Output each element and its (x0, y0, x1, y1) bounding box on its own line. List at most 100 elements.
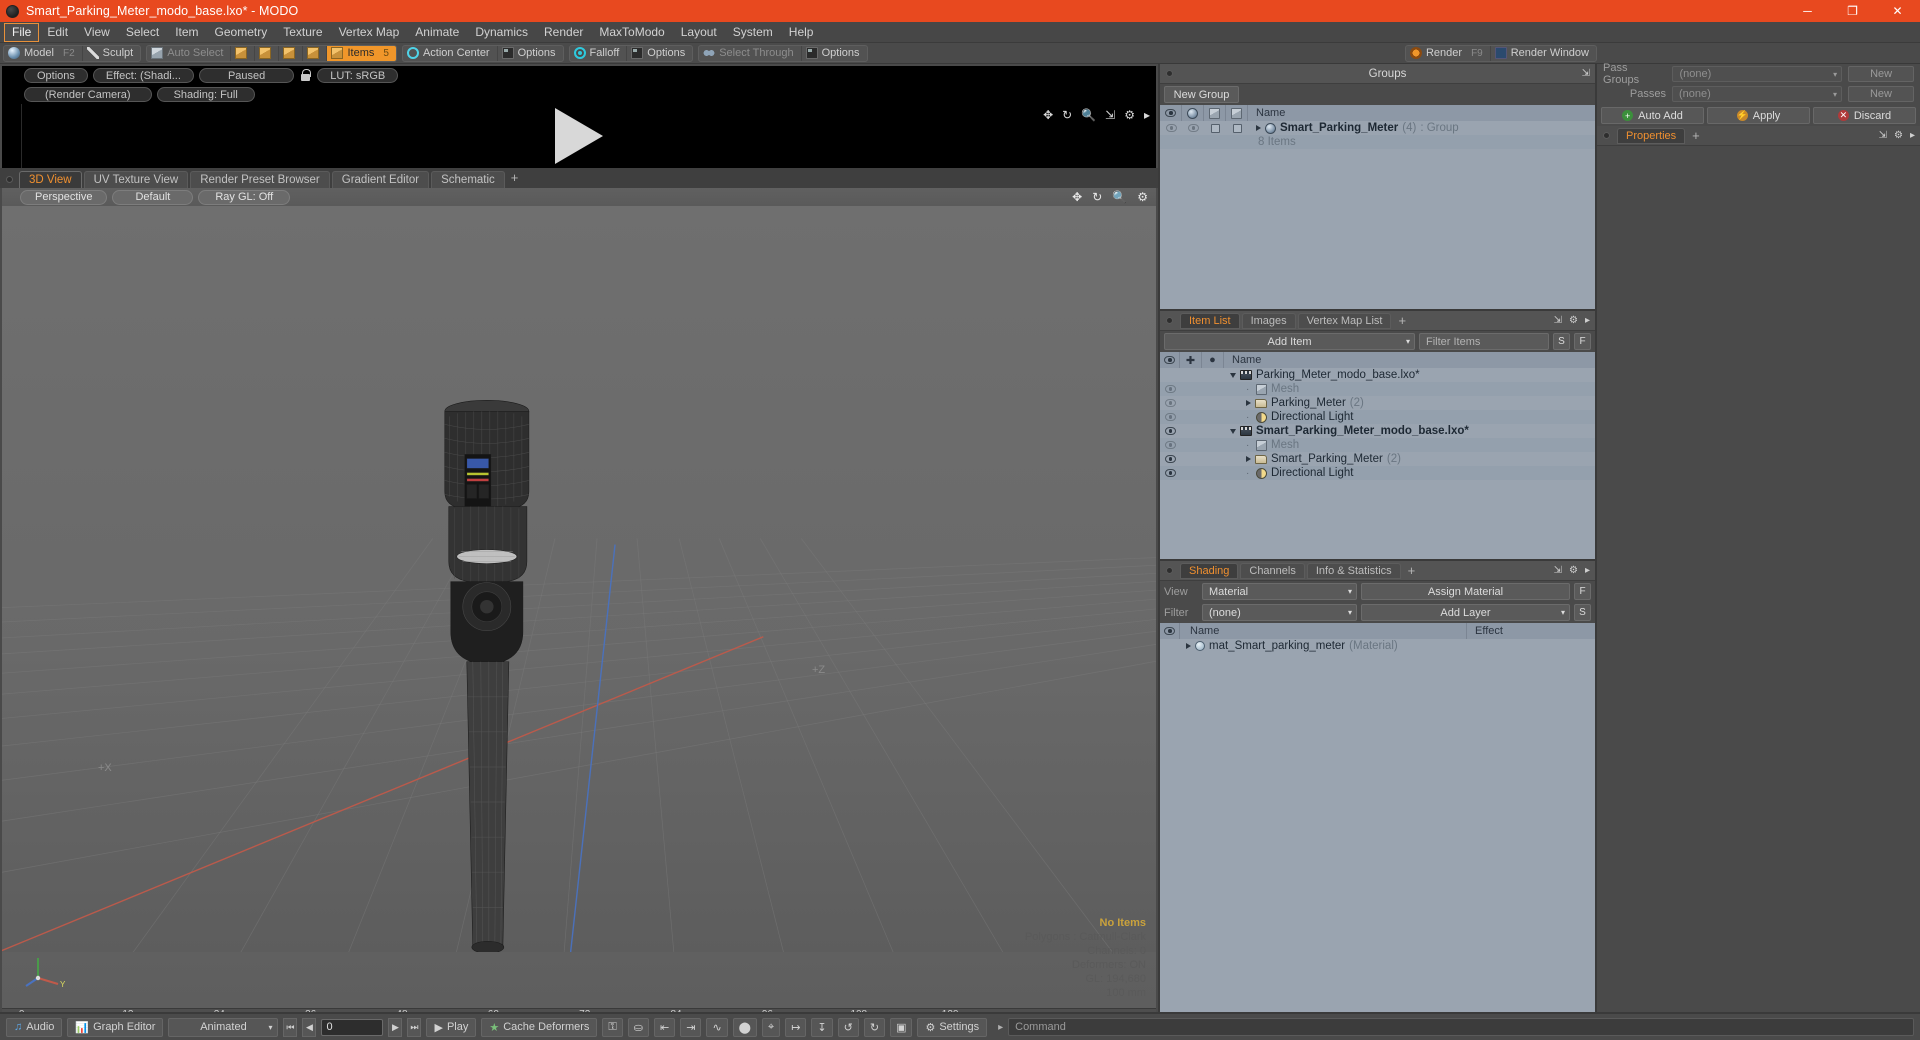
tab-vertex-map-list[interactable]: Vertex Map List (1297, 312, 1392, 329)
groups-col-visibility[interactable] (1160, 105, 1182, 121)
tab-shading[interactable]: Shading (1180, 562, 1239, 579)
expand-triangle-icon[interactable] (1246, 456, 1251, 462)
add-layer-button[interactable]: Add Layer ▾ (1361, 604, 1570, 621)
tab-item-list[interactable]: Item List (1180, 312, 1240, 329)
item-list-row[interactable]: Parking_Meter (2) (1160, 396, 1595, 410)
preview-lut-button[interactable]: LUT: sRGB (317, 68, 399, 83)
groups-col-render[interactable] (1226, 105, 1248, 121)
groups-subrow[interactable]: 8 Items (1160, 135, 1595, 149)
item-list-row[interactable]: Smart_Parking_Meter (2) (1160, 452, 1595, 466)
item-list-expand-icon[interactable]: ⇲ (1554, 315, 1562, 326)
fit-icon[interactable]: ⇲ (1105, 108, 1115, 122)
menu-item-file[interactable]: File (4, 22, 40, 42)
tab-schematic[interactable]: Schematic (431, 171, 505, 188)
properties-dot-icon[interactable] (1603, 132, 1610, 139)
expand-triangle-icon[interactable] (1256, 125, 1261, 131)
menu-item-geometry[interactable]: Geometry (207, 23, 276, 42)
minimize-icon[interactable]: ─ (1785, 0, 1830, 22)
item-col-deform[interactable]: ● (1202, 352, 1224, 368)
shading-chevron-icon[interactable]: ▸ (1585, 565, 1590, 576)
next-key-button[interactable]: ▶ (388, 1017, 403, 1037)
item-list-row[interactable]: Smart_Parking_Meter_modo_base.lxo* (1160, 424, 1595, 438)
item-list-row[interactable]: · Directional Light (1160, 410, 1595, 424)
gear-icon[interactable]: ⚙ (1124, 108, 1135, 122)
mode-model-button[interactable]: Model F2 (4, 45, 83, 61)
shading-view-select[interactable]: Material ▾ (1202, 583, 1357, 600)
select-vertices-button[interactable] (231, 45, 256, 61)
discard-button[interactable]: ✕ Discard (1813, 107, 1916, 124)
passes-select[interactable]: (none) ▾ (1672, 86, 1842, 102)
item-list-chevron-icon[interactable]: ▸ (1585, 315, 1590, 326)
item-row-visibility-toggle[interactable] (1160, 399, 1180, 407)
shading-col-visibility[interactable] (1160, 623, 1180, 639)
shading-expand-triangle-icon[interactable] (1186, 643, 1191, 649)
item-list-row[interactable]: · Mesh (1160, 382, 1595, 396)
viewport-shading-style-button[interactable]: Default (112, 189, 194, 205)
properties-gear-icon[interactable]: ⚙ (1894, 130, 1903, 141)
preview-effect-button[interactable]: Effect: (Shadi... (92, 68, 194, 83)
menu-item-select[interactable]: Select (118, 23, 167, 42)
rotate-icon[interactable]: ↻ (1062, 108, 1072, 122)
shading-dot-icon[interactable] (1166, 567, 1173, 574)
item-row-visibility-toggle[interactable] (1160, 441, 1180, 449)
menu-item-layout[interactable]: Layout (673, 23, 725, 42)
collapse-triangle-icon[interactable] (1230, 428, 1236, 434)
item-list-body[interactable]: Parking_Meter_modo_base.lxo* · Mesh Parking… (1160, 368, 1595, 559)
action-center-button[interactable]: Action Center (403, 45, 498, 61)
key-create-button[interactable]: ⚿ (602, 1017, 623, 1037)
play-button[interactable]: ▶ Play (426, 1017, 477, 1037)
groups-row-shade[interactable] (1182, 124, 1204, 132)
menu-item-vertex-map[interactable]: Vertex Map (331, 23, 408, 42)
viewport-3d[interactable]: +Z +X No Items Polygons : Catmull-Clark … (2, 206, 1156, 1008)
lock-icon[interactable] (299, 68, 312, 83)
item-col-lock[interactable]: ✚ (1180, 352, 1202, 368)
tab-properties[interactable]: Properties (1617, 127, 1686, 144)
groups-list-body[interactable]: Smart_Parking_Meter (4) : Group 8 Items (1160, 121, 1595, 309)
animated-dropdown[interactable]: Animated ▾ (168, 1017, 279, 1037)
render-window-button[interactable]: Render Window (1491, 46, 1596, 61)
shading-list-body[interactable]: mat_Smart_parking_meter (Material) (1160, 639, 1595, 1040)
key-next-button[interactable]: ⇥ (680, 1017, 702, 1037)
item-list-row[interactable]: · Directional Light (1160, 466, 1595, 480)
menu-item-texture[interactable]: Texture (275, 23, 330, 42)
item-row-visibility-toggle[interactable] (1160, 469, 1180, 477)
key-delete-button[interactable]: ⛀ (627, 1017, 650, 1037)
groups-col-lock[interactable] (1204, 105, 1226, 121)
tab-images[interactable]: Images (1241, 312, 1296, 329)
previous-key-button[interactable]: ◀ (302, 1017, 317, 1037)
select-edges-button[interactable] (255, 45, 280, 61)
rotate-left-button[interactable]: ↺ (837, 1017, 859, 1037)
groups-row[interactable]: Smart_Parking_Meter (4) : Group (1160, 121, 1595, 135)
item-list-row[interactable]: · Mesh (1160, 438, 1595, 452)
groups-row-lock[interactable] (1204, 123, 1226, 133)
viewport-gear-icon[interactable]: ⚙ (1137, 190, 1148, 204)
item-row-visibility-toggle[interactable] (1160, 427, 1180, 435)
menu-item-render[interactable]: Render (536, 23, 591, 42)
filter-items-input[interactable]: Filter Items (1419, 333, 1549, 350)
item-list-add-tab-button[interactable]: + (1393, 313, 1411, 328)
viewport-raygl-button[interactable]: Ray GL: Off (198, 189, 291, 205)
add-item-button[interactable]: Add Item ▾ (1164, 333, 1415, 350)
menu-item-system[interactable]: System (725, 23, 781, 42)
item-row-visibility-toggle[interactable] (1160, 385, 1180, 393)
tab-render-preset-browser[interactable]: Render Preset Browser (190, 171, 330, 188)
menu-item-item[interactable]: Item (167, 23, 206, 42)
menu-item-edit[interactable]: Edit (39, 23, 76, 42)
expand-triangle-icon[interactable] (1246, 400, 1251, 406)
viewport-rotate-icon[interactable]: ↻ (1092, 190, 1102, 204)
shading-expand-icon[interactable]: ⇲ (1554, 565, 1562, 576)
assign-material-button[interactable]: Assign Material (1361, 583, 1570, 600)
menu-item-dynamics[interactable]: Dynamics (467, 23, 536, 42)
apply-button[interactable]: ⚡ Apply (1707, 107, 1810, 124)
close-icon[interactable]: ✕ (1875, 0, 1920, 22)
shading-row[interactable]: mat_Smart_parking_meter (Material) (1160, 639, 1595, 653)
new-group-button[interactable]: New Group (1164, 86, 1239, 103)
groups-row-render[interactable] (1226, 123, 1248, 133)
shading-f-button[interactable]: F (1574, 583, 1591, 600)
audio-button[interactable]: ♫ Audio (6, 1017, 63, 1037)
item-list-s-button[interactable]: S (1553, 333, 1570, 350)
pan-icon[interactable]: ✥ (1043, 108, 1053, 122)
select-through-button[interactable]: Select Through (699, 45, 802, 61)
rotate-right-button[interactable]: ↻ (863, 1017, 886, 1037)
graph-editor-button[interactable]: 📊 Graph Editor (67, 1017, 164, 1037)
